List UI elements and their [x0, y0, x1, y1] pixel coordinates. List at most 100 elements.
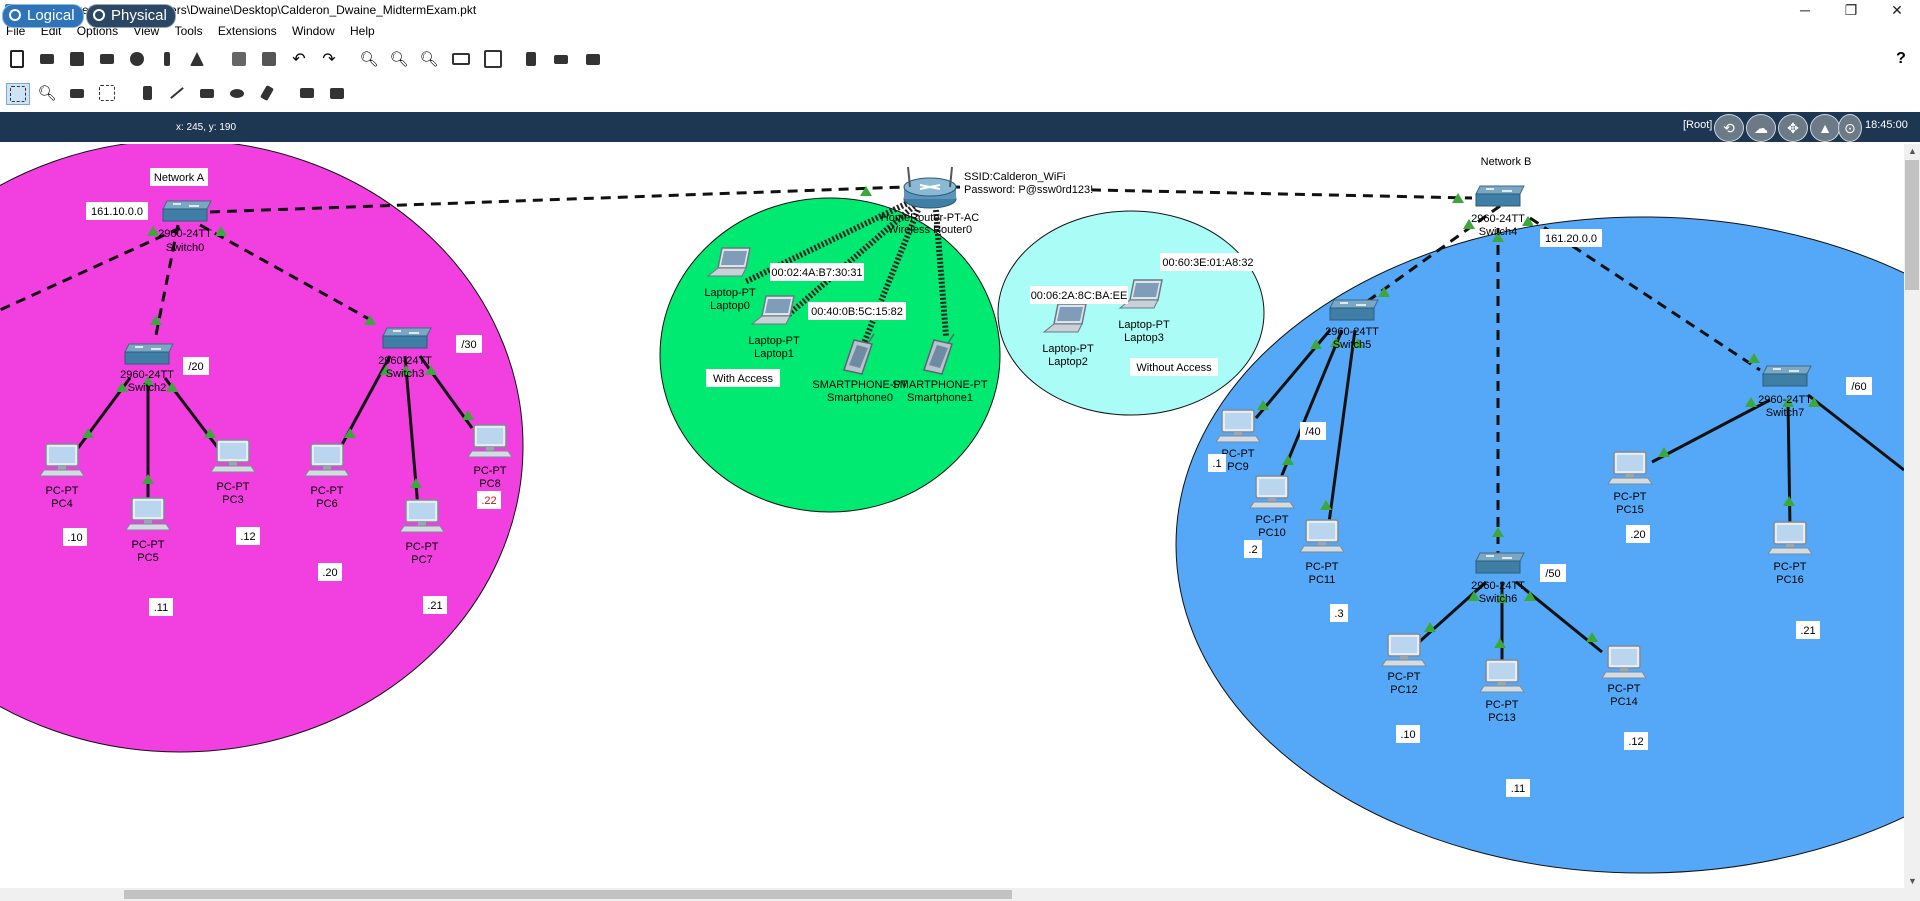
pc-3[interactable]	[210, 439, 256, 473]
activity-icon[interactable]	[186, 49, 208, 69]
note-icon[interactable]	[136, 83, 158, 103]
background-image-icon[interactable]: ▲	[1810, 114, 1840, 142]
pc-10[interactable]	[1249, 475, 1295, 509]
note-a-10[interactable]: .10	[67, 532, 82, 544]
ellipse-icon[interactable]	[226, 83, 248, 103]
pc-14[interactable]	[1601, 645, 1647, 679]
switch-6[interactable]	[1475, 552, 1525, 574]
note-b-21[interactable]: .21	[1800, 625, 1815, 637]
info-icon[interactable]	[126, 49, 148, 69]
scroll-down-icon[interactable]: ▼	[1908, 876, 1917, 886]
maximize-button[interactable]: ❐	[1828, 0, 1874, 22]
pc-5[interactable]	[125, 497, 171, 531]
network-b-label[interactable]: Network B	[1481, 156, 1532, 168]
note-b-12[interactable]: .12	[1628, 736, 1643, 748]
wizard-icon[interactable]	[156, 49, 178, 69]
note-b-10[interactable]: .10	[1400, 729, 1415, 741]
menu-tools[interactable]: Tools	[169, 22, 209, 40]
note-net-b[interactable]: 161.20.0.0	[1545, 233, 1597, 245]
pc-8[interactable]	[467, 424, 513, 458]
without-access-area[interactable]	[997, 210, 1265, 416]
viewport-icon[interactable]	[550, 49, 572, 69]
note-mac-4[interactable]: 00:60:3E:01:A8:32	[1162, 257, 1253, 269]
line-icon[interactable]	[166, 83, 188, 103]
wireless-router-0[interactable]	[903, 166, 957, 209]
scroll-up-icon[interactable]: ▲	[1908, 146, 1917, 156]
pc-15[interactable]	[1607, 451, 1653, 485]
note-mac-3[interactable]: 00:06:2A:8C:BA:EE	[1031, 290, 1128, 302]
pc-7[interactable]	[399, 499, 445, 533]
note-b-3[interactable]: .3	[1334, 608, 1343, 620]
switch-3[interactable]	[382, 327, 432, 349]
minimize-button[interactable]: ─	[1782, 0, 1828, 22]
paste-icon[interactable]	[258, 49, 280, 69]
horizontal-scroll-thumb[interactable]	[124, 890, 1012, 899]
help-icon[interactable]: ?	[1890, 49, 1912, 69]
note-subnet-50[interactable]: /50	[1545, 568, 1560, 580]
note-b-20[interactable]: .20	[1630, 529, 1645, 541]
pc-6[interactable]	[304, 443, 350, 477]
note-subnet-60[interactable]: /60	[1851, 381, 1866, 393]
cluster-icon[interactable]	[582, 49, 604, 69]
inspect-icon[interactable]: 🔍︎	[36, 83, 58, 103]
pc-11[interactable]	[1299, 519, 1345, 553]
zoom-icon[interactable]: 🔍︎	[388, 49, 410, 69]
note-subnet-30[interactable]: /30	[461, 339, 476, 351]
copy-icon[interactable]	[228, 49, 250, 69]
freeform-icon[interactable]	[256, 83, 278, 103]
pc-16[interactable]	[1767, 521, 1813, 555]
zoom-in-icon[interactable]: 🔍︎	[358, 49, 380, 69]
switch-0[interactable]	[162, 200, 212, 222]
back-icon[interactable]: ⟲	[1714, 114, 1744, 142]
pc-4[interactable]	[39, 443, 85, 477]
print-icon[interactable]	[96, 49, 118, 69]
custom-device-icon[interactable]	[482, 49, 504, 69]
pc-9[interactable]	[1215, 409, 1261, 443]
switch-7[interactable]	[1762, 365, 1812, 387]
network-b-area[interactable]	[1175, 216, 1904, 874]
notes-icon[interactable]	[520, 49, 542, 69]
physical-tab[interactable]: Physical	[86, 4, 176, 28]
switch-2[interactable]	[124, 343, 174, 365]
note-a-21[interactable]: .21	[427, 600, 442, 612]
add-simple-pdu-icon[interactable]	[296, 83, 318, 103]
zoom-out-icon[interactable]: 🔍︎	[418, 49, 440, 69]
save-icon[interactable]	[66, 49, 88, 69]
vertical-scroll-thumb[interactable]	[1905, 160, 1919, 290]
redo-icon[interactable]: ↷	[318, 49, 340, 69]
delete-icon[interactable]	[66, 83, 88, 103]
new-icon[interactable]	[6, 49, 28, 69]
note-b-1[interactable]: .1	[1212, 458, 1221, 470]
pc-12[interactable]	[1381, 633, 1427, 667]
note-b-2[interactable]: .2	[1248, 544, 1257, 556]
cloud-icon[interactable]: ☁	[1746, 114, 1776, 142]
note-mac-2[interactable]: 00:40:0B:5C:15:82	[811, 306, 903, 318]
rectangle-icon[interactable]	[196, 83, 218, 103]
menu-extensions[interactable]: Extensions	[212, 22, 283, 40]
with-access-label[interactable]: With Access	[713, 373, 773, 385]
viewport-icon[interactable]: ⊙	[1838, 114, 1862, 142]
open-icon[interactable]	[36, 49, 58, 69]
note-a-12[interactable]: .12	[240, 531, 255, 543]
pc-13[interactable]	[1479, 659, 1525, 693]
drawing-palette-icon[interactable]	[450, 49, 472, 69]
add-complex-pdu-icon[interactable]	[326, 83, 348, 103]
root-label[interactable]: [Root]	[1683, 119, 1712, 131]
switch-5[interactable]	[1329, 299, 1379, 321]
note-a-20[interactable]: .20	[322, 567, 337, 579]
note-net-a[interactable]: 161.10.0.0	[91, 206, 143, 218]
close-button[interactable]: ✕	[1874, 0, 1920, 22]
undo-icon[interactable]: ↶	[288, 49, 310, 69]
logical-workspace-canvas[interactable]: HomeRouter-PT-AC Wireless Router0 SSID:C…	[0, 144, 1904, 888]
resize-icon[interactable]	[96, 83, 118, 103]
navigation-icon[interactable]: ✥	[1778, 114, 1808, 142]
note-a-22[interactable]: .22	[481, 495, 496, 507]
switch-4[interactable]	[1475, 185, 1525, 207]
menu-help[interactable]: Help	[344, 22, 381, 40]
without-access-label[interactable]: Without Access	[1136, 362, 1212, 374]
menu-window[interactable]: Window	[286, 22, 341, 40]
note-a-11[interactable]: .11	[154, 602, 168, 614]
select-icon[interactable]	[6, 83, 30, 105]
note-subnet-20[interactable]: /20	[188, 361, 203, 373]
note-mac-1[interactable]: 00:02:4A:B7:30:31	[771, 267, 862, 279]
